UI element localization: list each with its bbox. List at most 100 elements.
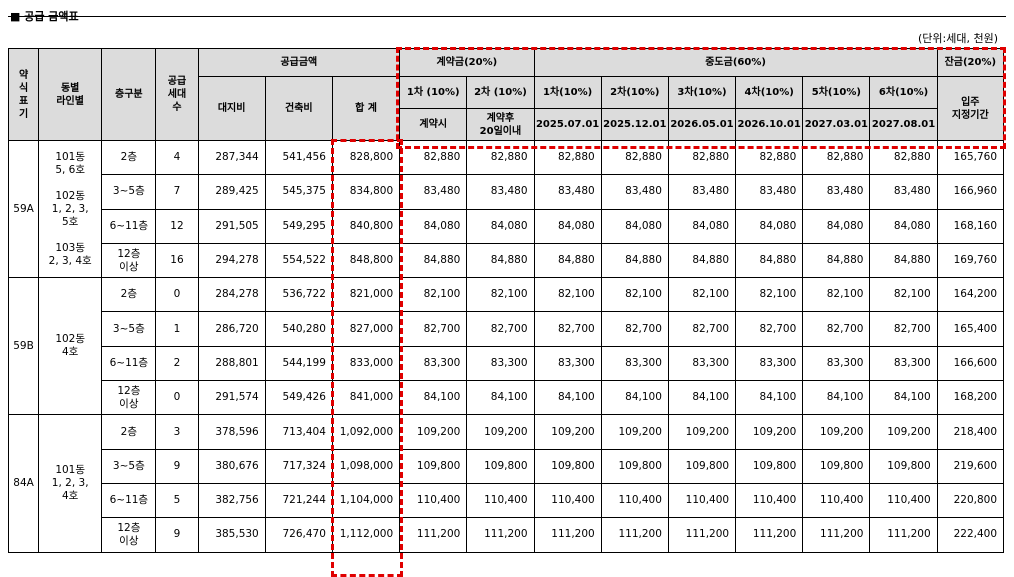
dong-line-cell: 101동 5, 6호 102동 1, 2, 3, 5호 103동 2, 3, 4… [38,139,103,279]
amount-cell: 289,425 [197,174,266,210]
amount-cell: 110,400 [735,482,804,519]
floor-cell: 3~5층 [101,448,157,484]
table-row: 84A 101동 1, 2, 3, 4호 2층 3 378,596 713,404 1,09… [7,414,1005,553]
floor-cell: 6~11층 [101,482,157,519]
amount-cell: 1,104,000 [331,482,401,519]
amount-cell: 84,080 [667,208,737,244]
amount-cell: 833,000 [331,345,401,382]
col-floor-header: 층구분 [101,48,157,141]
units-cell: 0 [155,380,199,416]
amount-cell: 545,375 [264,174,333,210]
amount-cell: 82,100 [667,277,737,313]
amount-cell: 168,200 [936,380,1005,416]
mid-1-header: 1차(10%) [533,76,602,109]
amount-cell: 82,700 [600,311,669,347]
amount-cell: 84,880 [466,242,535,279]
floor-cell: 12층 이상 [101,380,157,416]
amount-cell: 83,480 [667,174,737,210]
amount-cell: 83,300 [802,345,871,382]
amount-cell: 82,700 [533,311,602,347]
amount-cell: 834,800 [331,174,401,210]
amount-cell: 540,280 [264,311,333,347]
amount-cell: 109,800 [735,448,804,484]
amount-cell: 109,200 [869,414,938,450]
amount-cell: 82,100 [399,277,468,313]
mid-1-date: 2025.07.01 [533,108,602,141]
amount-cell: 82,100 [869,277,938,313]
amount-cell: 82,700 [802,311,871,347]
amount-cell: 84,100 [600,380,669,416]
table-row: 12층 이상 16 294,278 554,522 848,800 84,880 84,88… [9,242,1005,279]
amount-cell: 165,400 [936,311,1005,347]
amount-cell: 828,800 [331,139,401,176]
amount-cell: 382,756 [197,482,266,519]
floor-cell: 2층 [101,277,157,313]
amount-cell: 109,800 [533,448,602,484]
supply-price-table: 약 식 표 기 동별 라인별 층구분 공급 세대 수 공급금액 계약금(20%)… [7,48,1005,553]
floor-cell: 3~5층 [101,311,157,347]
dong-line-cell: 101동 1, 2, 3, 4호 [38,414,103,553]
amount-cell: 82,700 [399,311,468,347]
units-cell: 3 [155,414,199,450]
unit-note: (단위:세대, 천원) [917,32,998,45]
amount-cell: 83,480 [399,174,468,210]
amount-cell: 288,801 [197,345,266,382]
amount-cell: 84,080 [802,208,871,244]
amount-cell: 83,300 [533,345,602,382]
amount-cell: 83,300 [466,345,535,382]
amount-cell: 83,300 [735,345,804,382]
amount-cell: 110,400 [600,482,669,519]
table-row: 59B 102동 4호 2층 0 284,278 536,722 821,000 82,100… [7,277,1005,416]
dong-line-cell: 102동 4호 [38,277,103,416]
amount-cell: 84,880 [802,242,871,279]
balance-when-header: 입주 지정기간 [936,76,1005,141]
amount-cell: 84,100 [399,380,468,416]
amount-cell: 827,000 [331,311,401,347]
table-row: 3~5층 7 289,425 545,375 834,800 83,480 83,480 83… [9,174,1005,210]
amount-cell: 219,600 [936,448,1005,484]
amount-cell: 83,300 [399,345,468,382]
amount-cell: 84,880 [600,242,669,279]
deposit-1-header: 1차 (10%) [399,76,468,109]
amount-cell: 84,100 [869,380,938,416]
units-cell: 7 [155,174,199,210]
amount-cell: 1,092,000 [331,414,401,450]
amount-cell: 82,880 [533,139,602,176]
amount-cell: 83,480 [735,174,804,210]
amount-cell: 109,200 [533,414,602,450]
col-type-header: 약 식 표 기 [7,48,40,141]
amount-cell: 82,880 [869,139,938,176]
amount-cell: 82,100 [802,277,871,313]
amount-cell: 165,760 [936,139,1005,176]
amount-cell: 83,480 [533,174,602,210]
floor-cell: 3~5층 [101,174,157,210]
unit-type-cell: 59A [7,139,40,279]
amount-cell: 83,300 [600,345,669,382]
amount-cell: 84,100 [466,380,535,416]
units-cell: 5 [155,482,199,519]
top-rule [8,16,1006,17]
amount-cell: 109,200 [466,414,535,450]
amount-cell: 1,098,000 [331,448,401,484]
mid-4-date: 2026.10.01 [735,108,804,141]
amount-cell: 83,480 [869,174,938,210]
units-cell: 4 [155,139,199,176]
units-cell: 0 [155,277,199,313]
amount-cell: 821,000 [331,277,401,313]
amount-cell: 291,574 [197,380,266,416]
mid-3-date: 2026.05.01 [667,108,737,141]
amount-cell: 109,200 [399,414,468,450]
amount-cell: 109,800 [399,448,468,484]
amount-cell: 84,100 [735,380,804,416]
floor-cell: 12층 이상 [101,242,157,279]
floor-cell: 2층 [101,414,157,450]
amount-cell: 284,278 [197,277,266,313]
amount-cell: 111,200 [802,517,871,553]
table-body: 59A 101동 5, 6호 102동 1, 2, 3, 5호 103동 2, 3… [7,139,1005,553]
mid-3-header: 3차(10%) [667,76,737,109]
units-cell: 9 [155,448,199,484]
amount-cell: 82,880 [667,139,737,176]
col-units-header: 공급 세대 수 [155,48,199,141]
amount-cell: 109,800 [802,448,871,484]
amount-cell: 286,720 [197,311,266,347]
